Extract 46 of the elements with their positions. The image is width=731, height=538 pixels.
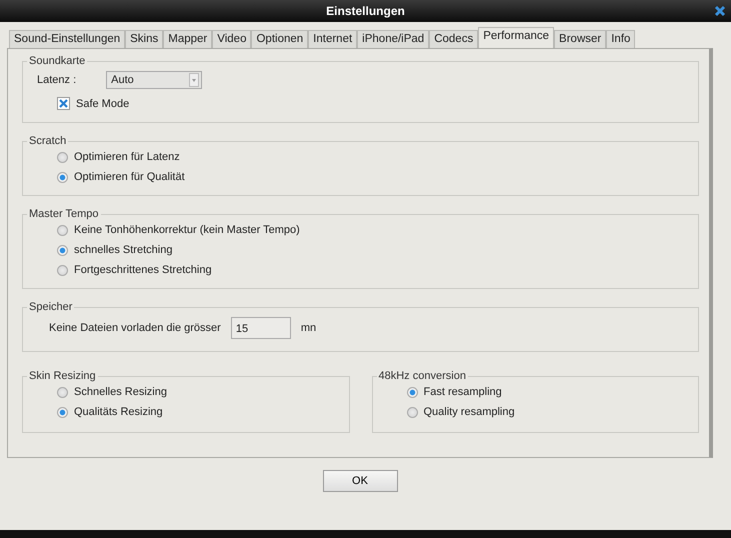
- checkbox-label: Safe Mode: [76, 98, 130, 110]
- radio-button[interactable]: [57, 172, 68, 182]
- radio-label: Qualitäts Resizing: [74, 406, 163, 418]
- radio-button[interactable]: [57, 406, 68, 418]
- checkbox[interactable]: [57, 97, 70, 110]
- radio-button[interactable]: [57, 264, 68, 276]
- group-title: Master Tempo: [28, 208, 100, 220]
- tab[interactable]: Optionen: [251, 30, 308, 48]
- radio-label: Optimieren für Qualität: [74, 171, 185, 183]
- latency-dropdown[interactable]: Auto: [106, 71, 202, 89]
- unit-label: mn: [300, 322, 316, 334]
- group-title: 48kHz conversion: [378, 370, 467, 382]
- radio-button[interactable]: [57, 386, 68, 398]
- group-title: Scratch: [28, 135, 68, 147]
- radio-button[interactable]: [406, 406, 418, 418]
- field-label: Keine Dateien vorladen die grösser: [49, 322, 221, 334]
- radio-button[interactable]: [57, 224, 68, 236]
- close-icon[interactable]: [713, 4, 727, 18]
- radio-button[interactable]: [406, 386, 418, 398]
- tab[interactable]: Sound-Einstellungen: [9, 30, 126, 48]
- tab[interactable]: Internet: [308, 30, 358, 48]
- radio-label: Keine Tonhöhenkorrektur (kein Master Tempo): [74, 224, 300, 236]
- radio-label: Optimieren für Latenz: [74, 151, 180, 163]
- tab[interactable]: Performance: [478, 27, 554, 48]
- radio-label: Schnelles Resizing: [74, 386, 167, 398]
- tab[interactable]: Browser: [554, 30, 606, 48]
- tab[interactable]: Mapper: [163, 30, 212, 48]
- tab[interactable]: Skins: [125, 30, 164, 48]
- tab[interactable]: Codecs: [429, 30, 478, 48]
- radio-label: schnelles Stretching: [74, 244, 172, 256]
- group-title: Speicher: [28, 301, 74, 313]
- caret-icon[interactable]: [189, 73, 200, 87]
- size-field[interactable]: 15: [230, 317, 291, 339]
- window-title: Einstellungen: [326, 4, 405, 18]
- radio-label: Fortgeschrittenes Stretching: [74, 264, 212, 276]
- ok-button[interactable]: OK: [322, 470, 398, 492]
- tab[interactable]: Info: [606, 30, 636, 48]
- radio-button[interactable]: [57, 244, 68, 256]
- tab[interactable]: iPhone/iPad: [357, 30, 430, 48]
- group-title: Skin Resizing: [28, 370, 97, 382]
- radio-label: Quality resampling: [424, 406, 515, 418]
- tab[interactable]: Video: [212, 30, 252, 48]
- radio-button[interactable]: [57, 152, 68, 162]
- group-title: Soundkarte: [28, 55, 86, 67]
- field-label: Latenz :: [37, 74, 76, 86]
- radio-label: Fast resampling: [424, 386, 502, 398]
